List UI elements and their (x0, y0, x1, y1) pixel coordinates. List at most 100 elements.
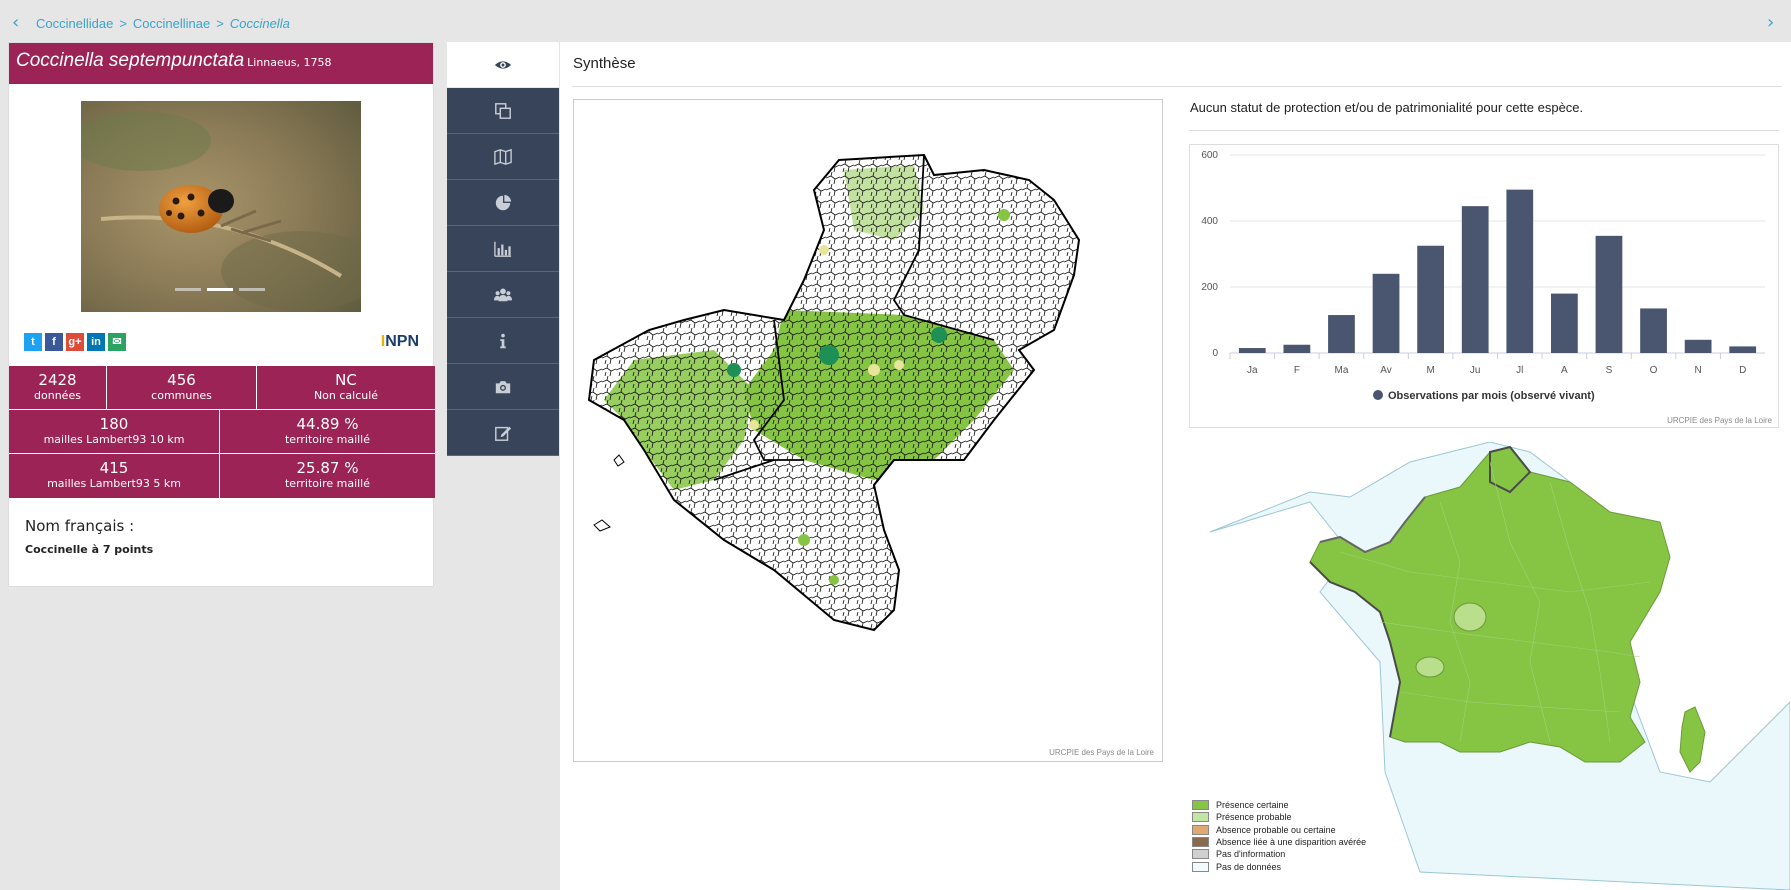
stat-value: 2428 (38, 371, 77, 389)
pays-de-la-loire-map (587, 153, 1081, 632)
legend-label: Pas de données (1216, 861, 1282, 872)
legend-label: Présence probable (1216, 812, 1292, 823)
stat-territoire-10km: 44.89 % territoire maillé (220, 410, 435, 453)
stat-value: 180 (99, 415, 129, 433)
social-share: t f g+ in ✉ (24, 333, 126, 351)
stat-territoire-5km: 25.87 % territoire maillé (220, 454, 435, 498)
camera-icon (495, 380, 511, 393)
breadcrumb: Coccinellidae > Coccinellinae > Coccinella (36, 16, 290, 31)
legend-label: Présence certaine (1216, 800, 1289, 811)
inpn-logo[interactable]: INPN (381, 333, 419, 351)
legend-swatch (1192, 800, 1209, 811)
copy-icon (495, 102, 511, 119)
legend-swatch (1192, 837, 1209, 848)
species-name: Coccinella septempunctata (16, 50, 245, 71)
y-tick-label: 400 (1201, 216, 1218, 227)
bar-chart-icon (494, 241, 512, 257)
tab-map[interactable] (447, 134, 559, 180)
bar (1640, 308, 1667, 353)
stat-label: communes (151, 389, 212, 402)
species-card: Coccinella septempunctataLinnaeus, 1758 (8, 42, 435, 587)
x-tick-label: N (1695, 365, 1702, 376)
legend-item: Pas de données (1192, 860, 1366, 872)
x-tick-label: S (1606, 365, 1613, 376)
legend-item: Présence certaine (1192, 799, 1366, 811)
x-tick-label: O (1650, 365, 1658, 376)
species-photo-carousel[interactable] (81, 101, 361, 312)
stats-row: 415 mailles Lambert93 5 km 25.87 % territo… (9, 454, 435, 498)
bar (1417, 245, 1444, 353)
breadcrumb-subfamily[interactable]: Coccinellinae (133, 16, 210, 31)
legend-label: Pas d'information (1216, 849, 1286, 860)
x-tick-label: Jl (1516, 365, 1523, 376)
edit-icon (495, 426, 512, 441)
french-name-label: Nom français : (25, 517, 135, 535)
pie-chart-icon (495, 194, 512, 210)
tab-photos[interactable] (447, 364, 559, 410)
stats-panel: 2428 données 456 communes NC Non calculé 18… (9, 366, 435, 498)
legend-item: Absence liée à une disparition avérée (1192, 836, 1366, 848)
bar (1461, 206, 1489, 353)
stat-value: 25.87 % (296, 459, 359, 477)
stat-label: territoire maillé (284, 477, 371, 490)
ladybird-photo (81, 101, 361, 312)
stat-label: données (34, 389, 81, 402)
legend-label: Absence probable ou certaine (1216, 824, 1336, 835)
tab-users[interactable] (447, 272, 559, 318)
stat-communes: 456 communes (107, 366, 257, 409)
map-icon (494, 148, 512, 165)
communes-map[interactable]: URCPIE des Pays de la Loire (573, 99, 1163, 762)
y-tick-label: 600 (1201, 150, 1218, 161)
stat-mailles-10km: 180 mailles Lambert93 10 km (9, 410, 220, 453)
bar (1506, 189, 1534, 353)
breadcrumb-genus[interactable]: Coccinella (230, 16, 290, 31)
legend-item: Absence probable ou certaine (1192, 824, 1366, 836)
tab-bar-chart[interactable] (447, 226, 559, 272)
chart-legend-label: Observations par mois (observé vivant) (1388, 390, 1595, 402)
x-tick-label: Ma (1335, 365, 1349, 376)
tab-synthese[interactable] (447, 42, 559, 88)
stat-value: NC (335, 371, 357, 389)
facebook-icon[interactable]: f (45, 333, 63, 351)
bar (1729, 346, 1757, 353)
legend-swatch (1192, 812, 1209, 823)
section-title: Synthèse (573, 55, 636, 72)
tab-pie[interactable] (447, 180, 559, 226)
stat-mailles-5km: 415 mailles Lambert93 5 km (9, 454, 220, 498)
bar (1283, 344, 1311, 353)
breadcrumb-separator: > (216, 16, 224, 31)
legend-marker (1373, 390, 1383, 400)
chevron-left-icon[interactable]: ‹ (12, 14, 26, 32)
eye-icon (494, 60, 512, 69)
y-tick-label: 0 (1212, 348, 1218, 359)
monthly-observations-chart: 0 200 400 600 Ja F Ma Av M Ju Jl A S O N D Observations … (1189, 144, 1779, 428)
x-tick-label: D (1739, 365, 1746, 376)
divider (1189, 130, 1779, 131)
chevron-right-icon[interactable]: › (1767, 14, 1781, 32)
x-tick-label: Av (1380, 365, 1392, 376)
x-tick-label: M (1426, 365, 1434, 376)
tab-info[interactable] (447, 318, 559, 364)
stat-value: 456 (167, 371, 196, 389)
bar (1551, 293, 1578, 353)
twitter-icon[interactable]: t (24, 333, 42, 351)
bar (1372, 273, 1400, 353)
bar (1238, 348, 1266, 353)
stat-label: mailles Lambert93 10 km (43, 433, 185, 446)
bar (1328, 315, 1355, 353)
google-plus-icon[interactable]: g+ (66, 333, 84, 351)
stat-value: 44.89 % (296, 415, 359, 433)
legend-swatch (1192, 824, 1209, 835)
tab-copy[interactable] (447, 88, 559, 134)
legend-item: Pas d'information (1192, 848, 1366, 860)
breadcrumb-family[interactable]: Coccinellidae (36, 16, 113, 31)
email-icon[interactable]: ✉ (108, 333, 126, 351)
stat-value: 415 (99, 459, 129, 477)
legend-item: Présence probable (1192, 811, 1366, 823)
bar (1684, 339, 1712, 353)
protection-status-text: Aucun statut de protection et/ou de patr… (1190, 100, 1584, 115)
stat-label: mailles Lambert93 5 km (47, 477, 181, 490)
linkedin-icon[interactable]: in (87, 333, 105, 351)
french-name-value: Coccinelle à 7 points (25, 543, 154, 556)
tab-edit[interactable] (447, 410, 559, 456)
